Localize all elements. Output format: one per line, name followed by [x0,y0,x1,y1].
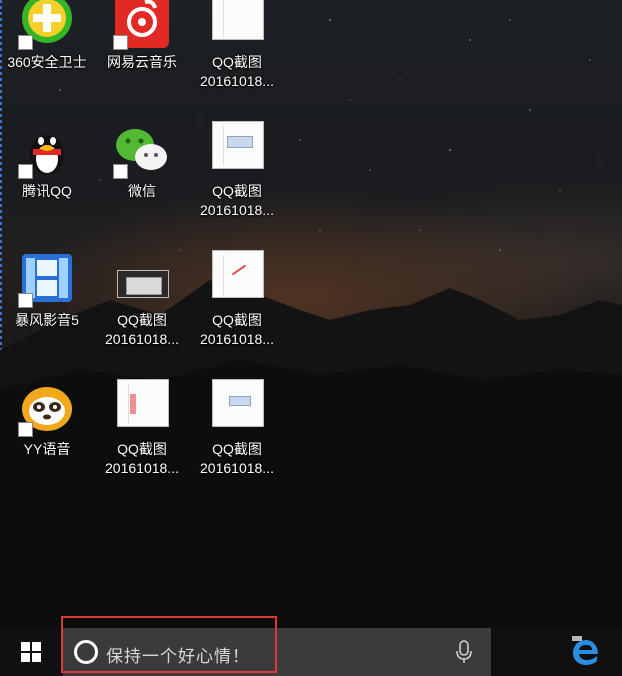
icon-label: QQ截图 [212,183,262,199]
desktop-icon-qq[interactable]: 腾讯QQ [7,121,87,201]
desktop-icon-qq-screenshot-2[interactable]: QQ截图 20161018... [197,121,277,220]
wechat-icon [113,121,171,179]
mountain-silhouette [0,280,622,628]
icon-label: QQ截图 [117,441,167,457]
icon-label: QQ截图 [212,54,262,70]
shortcut-arrow-icon [113,164,128,179]
shortcut-arrow-icon [18,422,33,437]
image-thumbnail-icon [208,250,266,308]
icon-sublabel: 20161018... [200,331,274,347]
icon-label: 360安全卫士 [7,54,87,70]
icon-sublabel: 20161018... [200,460,274,476]
desktop-icon-qq-screenshot-1[interactable]: QQ截图 20161018... [197,0,277,91]
start-button[interactable] [0,628,62,676]
windows-logo-icon [21,642,41,662]
icon-label: QQ截图 [117,312,167,328]
shortcut-arrow-icon [18,35,33,50]
image-thumbnail-icon [113,379,171,437]
icon-sublabel: 20161018... [105,460,179,476]
desktop-icon-baofeng[interactable]: 暴风影音5 [7,250,87,330]
desktop-icon-qq-screenshot-5[interactable]: QQ截图 20161018... [102,250,182,349]
icon-sublabel: 20161018... [200,202,274,218]
icon-label: 暴风影音5 [15,312,79,328]
desktop-icon-360[interactable]: 360安全卫士 [7,0,87,72]
icon-sublabel: 20161018... [200,73,274,89]
netease-music-icon [113,0,171,50]
image-thumbnail-icon [208,121,266,179]
image-thumbnail-icon [208,379,266,437]
desktop: 360安全卫士 腾讯QQ 暴风影音5 YY语音 网易云音乐 微信 QQ截图 20… [0,0,622,628]
yy-raccoon-icon [18,379,76,437]
search-highlight-box [61,616,277,673]
desktop-icon-qq-screenshot-4[interactable]: QQ截图 20161018... [197,379,277,478]
icon-label: 网易云音乐 [107,54,177,70]
shortcut-arrow-icon [18,293,33,308]
image-thumbnail-icon [208,0,266,50]
image-thumbnail-icon [113,250,171,308]
desktop-icon-qq-screenshot-6[interactable]: QQ截图 20161018... [102,379,182,478]
desktop-icon-qq-screenshot-3[interactable]: QQ截图 20161018... [197,250,277,349]
icon-label: 腾讯QQ [22,183,72,199]
desktop-icon-wechat[interactable]: 微信 [102,121,182,201]
icon-label: YY语音 [23,441,71,457]
microphone-icon[interactable] [455,640,473,664]
baofeng-player-icon [18,250,76,308]
icon-sublabel: 20161018... [105,331,179,347]
shortcut-arrow-icon [18,164,33,179]
shortcut-arrow-icon [113,35,128,50]
desktop-icon-yy[interactable]: YY语音 [7,379,87,459]
icon-label: 微信 [128,183,156,199]
360-safe-icon [18,0,76,50]
edge-icon[interactable] [568,634,604,670]
qq-penguin-icon [18,121,76,179]
icon-label: QQ截图 [212,312,262,328]
desktop-icon-netease-music[interactable]: 网易云音乐 [102,0,182,72]
icon-label: QQ截图 [212,441,262,457]
